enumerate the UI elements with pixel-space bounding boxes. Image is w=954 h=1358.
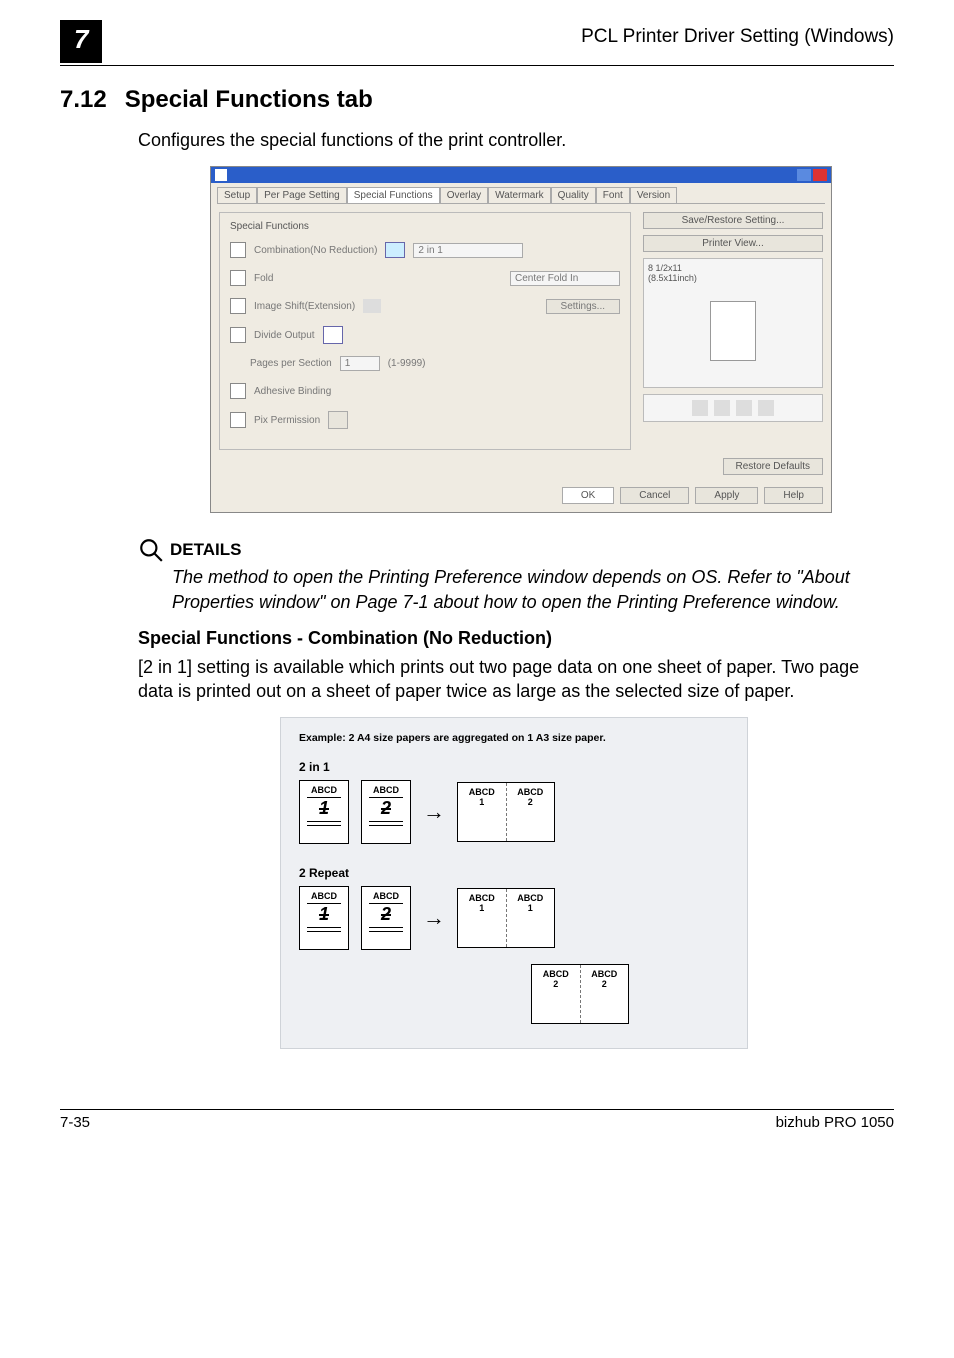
close-icon[interactable] xyxy=(813,169,827,181)
toolbar-icon-2[interactable] xyxy=(714,400,730,416)
toolbar-icon-4[interactable] xyxy=(758,400,774,416)
dialog-tabs: Setup Per Page Setting Special Functions… xyxy=(217,187,825,204)
section-number: 7.12 xyxy=(60,86,107,114)
paper-preview: 8 1/2x11 (8.5x11inch) xyxy=(643,258,823,388)
app-icon xyxy=(215,169,227,181)
combination-icon xyxy=(385,242,405,258)
adhesive-binding-checkbox[interactable] xyxy=(230,383,246,399)
diagram-caption: Example: 2 A4 size papers are aggregated… xyxy=(299,732,729,744)
diagram-mode-2in1: 2 in 1 xyxy=(299,760,729,774)
special-functions-group: Special Functions Combination(No Reducti… xyxy=(219,212,631,450)
section-intro: Configures the special functions of the … xyxy=(138,128,894,152)
fold-select[interactable]: Center Fold In xyxy=(510,271,620,286)
chapter-badge: 7 xyxy=(60,20,102,63)
pages-per-section-range: (1-9999) xyxy=(388,358,426,369)
preview-toolbar xyxy=(643,394,823,422)
page-a4-r2: ABCD 2 xyxy=(361,886,411,950)
paper-size-line1: 8 1/2x11 xyxy=(648,263,818,273)
page-number: 2 xyxy=(553,979,558,989)
page-a3-repeat1: ABCD 1 ABCD 1 xyxy=(457,888,555,948)
details-body: The method to open the Printing Preferen… xyxy=(172,565,894,614)
page-text: ABCD xyxy=(517,787,543,797)
page-number: 1 xyxy=(528,903,533,913)
paper-preview-page-icon xyxy=(710,301,756,361)
combination-diagram: Example: 2 A4 size papers are aggregated… xyxy=(280,717,748,1049)
fold-label: Fold xyxy=(254,273,273,284)
page-number: 2 xyxy=(381,904,391,925)
combination-checkbox[interactable] xyxy=(230,242,246,258)
page-a4-r1: ABCD 1 xyxy=(299,886,349,950)
printer-view-button[interactable]: Printer View... xyxy=(643,235,823,252)
divide-output-label: Divide Output xyxy=(254,330,315,341)
help-button[interactable]: Help xyxy=(764,487,823,504)
page-text: ABCD xyxy=(311,785,337,795)
group-label: Special Functions xyxy=(230,221,620,232)
magnifier-icon xyxy=(138,537,164,563)
image-shift-icon xyxy=(363,299,381,313)
tab-overlay[interactable]: Overlay xyxy=(440,187,488,203)
page-a3-repeat2: ABCD 2 ABCD 2 xyxy=(531,964,629,1024)
dialog-window: Setup Per Page Setting Special Functions… xyxy=(210,166,832,513)
combination-select[interactable]: 2 in 1 xyxy=(413,243,523,258)
page-number: 2 xyxy=(602,979,607,989)
ok-button[interactable]: OK xyxy=(562,487,614,504)
page-header-title: PCL Printer Driver Setting (Windows) xyxy=(581,26,894,48)
page-text: ABCD xyxy=(311,891,337,901)
page-a3-combined: ABCD 1 ABCD 2 xyxy=(457,782,555,842)
section-title: Special Functions tab xyxy=(125,86,373,114)
tab-special-functions[interactable]: Special Functions xyxy=(347,187,440,203)
footer-product-name: bizhub PRO 1050 xyxy=(776,1114,894,1131)
page-number: 2 xyxy=(528,797,533,807)
page-number: 1 xyxy=(479,903,484,913)
tab-watermark[interactable]: Watermark xyxy=(488,187,551,203)
help-button-icon[interactable] xyxy=(797,169,811,181)
tab-per-page-setting[interactable]: Per Page Setting xyxy=(257,187,347,203)
subsection-body: [2 in 1] setting is available which prin… xyxy=(138,655,894,704)
pix-permission-icon xyxy=(328,411,348,429)
arrow-right-icon: → xyxy=(423,905,445,931)
page-a4-1: ABCD 1 xyxy=(299,780,349,844)
tab-quality[interactable]: Quality xyxy=(551,187,596,203)
combination-label: Combination(No Reduction) xyxy=(254,245,377,256)
image-shift-checkbox[interactable] xyxy=(230,298,246,314)
apply-button[interactable]: Apply xyxy=(695,487,758,504)
pages-per-section-input[interactable]: 1 xyxy=(340,356,380,371)
page-text: ABCD xyxy=(543,969,569,979)
footer-page-number: 7-35 xyxy=(60,1114,90,1131)
divide-output-checkbox[interactable] xyxy=(230,327,246,343)
fold-checkbox[interactable] xyxy=(230,270,246,286)
page-a4-2: ABCD 2 xyxy=(361,780,411,844)
page-text: ABCD xyxy=(373,785,399,795)
pix-permission-checkbox[interactable] xyxy=(230,412,246,428)
details-heading: DETAILS xyxy=(170,540,241,560)
subsection-heading: Special Functions - Combination (No Redu… xyxy=(138,628,894,649)
page-number: 1 xyxy=(319,798,329,819)
page-text: ABCD xyxy=(517,893,543,903)
cancel-button[interactable]: Cancel xyxy=(620,487,689,504)
tab-version[interactable]: Version xyxy=(630,187,677,203)
page-number: 2 xyxy=(381,798,391,819)
pages-per-section-label: Pages per Section xyxy=(250,358,332,369)
page-text: ABCD xyxy=(469,893,495,903)
tab-setup[interactable]: Setup xyxy=(217,187,257,203)
page-text: ABCD xyxy=(373,891,399,901)
page-text: ABCD xyxy=(591,969,617,979)
paper-size-line2: (8.5x11inch) xyxy=(648,273,818,283)
diagram-mode-2repeat: 2 Repeat xyxy=(299,866,729,880)
toolbar-icon-3[interactable] xyxy=(736,400,752,416)
restore-defaults-button[interactable]: Restore Defaults xyxy=(723,458,823,475)
page-text: ABCD xyxy=(469,787,495,797)
arrow-right-icon: → xyxy=(423,799,445,825)
save-restore-button[interactable]: Save/Restore Setting... xyxy=(643,212,823,229)
pix-permission-label: Pix Permission xyxy=(254,415,320,426)
divide-output-icon xyxy=(323,326,343,344)
toolbar-icon-1[interactable] xyxy=(692,400,708,416)
adhesive-binding-label: Adhesive Binding xyxy=(254,386,331,397)
page-number: 1 xyxy=(319,904,329,925)
tab-font[interactable]: Font xyxy=(596,187,630,203)
page-number: 1 xyxy=(479,797,484,807)
image-shift-label: Image Shift(Extension) xyxy=(254,301,355,312)
image-shift-settings-button[interactable]: Settings... xyxy=(546,299,620,314)
dialog-titlebar xyxy=(211,167,831,183)
